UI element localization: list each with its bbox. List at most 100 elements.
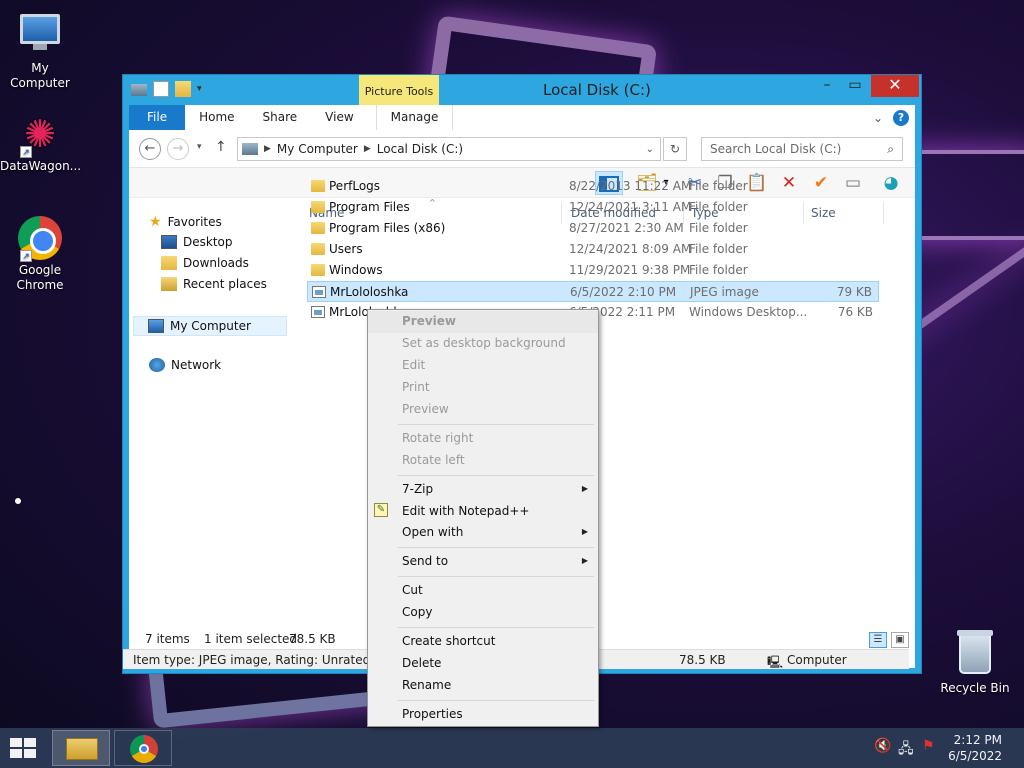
menu-item-copy[interactable]: Copy xyxy=(402,605,432,619)
file-row[interactable]: Users 12/24/2021 8:09 AM File folder xyxy=(307,239,879,260)
file-name: PerfLogs xyxy=(329,179,381,193)
taskbar-chrome[interactable] xyxy=(114,730,172,766)
tab-share[interactable]: Share xyxy=(249,105,312,130)
chrome-icon: ↗ xyxy=(18,216,62,262)
tab-home[interactable]: Home xyxy=(185,105,248,130)
chevron-right-icon[interactable]: ▶ xyxy=(264,144,271,154)
taskbar-file-explorer[interactable] xyxy=(52,730,110,766)
desktop-icon-label: Google Chrome xyxy=(16,263,64,292)
selection-count: 1 item selected xyxy=(204,632,298,646)
menu-item-create-shortcut[interactable]: Create shortcut xyxy=(402,634,495,648)
file-row[interactable]: Windows 11/29/2021 9:38 PM File folder xyxy=(307,260,879,281)
minimize-button[interactable]: – xyxy=(813,75,841,97)
menu-item-preview[interactable]: Preview xyxy=(402,402,449,416)
menu-item-7-zip[interactable]: 7-Zip xyxy=(402,482,433,496)
file-date: 12/24/2021 8:09 AM xyxy=(569,242,692,256)
menu-item-set-as-desktop-background[interactable]: Set as desktop background xyxy=(402,336,566,350)
chevron-right-icon[interactable]: ▶ xyxy=(364,144,371,154)
file-explorer-icon xyxy=(66,738,98,760)
menu-item-open-with[interactable]: Open with xyxy=(402,525,463,539)
submenu-arrow-icon: ▶ xyxy=(581,527,588,536)
new-folder-icon[interactable] xyxy=(175,81,191,97)
desktop-icon-my-computer[interactable]: My Computer xyxy=(0,10,80,91)
nav-favorites[interactable]: ★ Favorites xyxy=(149,214,222,230)
selection-size: 78.5 KB xyxy=(289,632,336,646)
star-icon: ★ xyxy=(149,214,162,230)
address-bar[interactable]: ▶ My Computer ▶ Local Disk (C:) ⌄ xyxy=(237,137,661,161)
file-name: Program Files (x86) xyxy=(329,221,446,235)
nav-item-label: Recent places xyxy=(183,277,267,291)
menu-item-send-to[interactable]: Send to xyxy=(402,554,448,568)
nav-item-desktop[interactable]: Desktop xyxy=(161,235,233,249)
file-row[interactable]: MrLololoshka 6/5/2022 2:10 PM JPEG image 79… xyxy=(307,281,879,302)
folder-icon xyxy=(311,243,325,255)
menu-separator xyxy=(398,475,594,476)
search-placeholder: Search Local Disk (C:) xyxy=(710,142,842,156)
menu-item-rename[interactable]: Rename xyxy=(402,678,451,692)
title-bar[interactable]: ▾ Picture Tools Local Disk (C:) – ▭ ✕ xyxy=(123,75,921,107)
menu-item-rotate-right[interactable]: Rotate right xyxy=(402,431,473,445)
volume-muted-icon[interactable]: 🔇 xyxy=(874,738,891,754)
qat-dropdown-icon[interactable]: ▾ xyxy=(197,81,213,97)
file-date: 11/29/2021 9:38 PM xyxy=(569,263,691,277)
menu-item-delete[interactable]: Delete xyxy=(402,656,441,670)
globe-icon[interactable]: ◕ xyxy=(877,171,905,195)
notepad-plus-plus-icon: ✎ xyxy=(374,503,388,517)
search-input[interactable]: Search Local Disk (C:) ⌕ xyxy=(701,137,903,161)
search-icon[interactable]: ⌕ xyxy=(887,138,894,160)
expand-ribbon-icon[interactable]: ⌄ xyxy=(873,111,883,125)
menu-item-edit-with-notepad[interactable]: Edit with Notepad++ xyxy=(402,504,529,518)
submenu-arrow-icon: ▶ xyxy=(581,556,588,565)
menu-item-edit[interactable]: Edit xyxy=(402,358,425,372)
network-tray-icon[interactable]: 🖧 xyxy=(898,738,914,762)
nav-favorites-label: Favorites xyxy=(167,215,222,229)
forward-button[interactable]: → xyxy=(167,138,189,160)
nav-network[interactable]: Network xyxy=(149,358,221,372)
file-row[interactable]: PerfLogs 8/22/2013 11:22 AM File folder xyxy=(307,176,879,197)
details-location: Computer xyxy=(787,653,847,667)
tab-file[interactable]: File xyxy=(129,105,186,130)
properties-icon[interactable] xyxy=(153,81,169,97)
nav-computer-label: My Computer xyxy=(170,319,251,333)
back-button[interactable]: ← xyxy=(139,138,161,160)
computer-small-icon: 🖳 xyxy=(767,655,784,669)
menu-separator xyxy=(398,627,594,628)
tab-manage[interactable]: Manage xyxy=(375,105,454,130)
file-type: File folder xyxy=(689,179,748,193)
file-type: File folder xyxy=(689,263,748,277)
up-button[interactable]: ↑ xyxy=(215,139,227,155)
desktop-icon-datawagon[interactable]: ✺ ↗ DataWagon... xyxy=(0,112,81,174)
desktop-icon-recycle-bin[interactable]: Recycle Bin xyxy=(935,630,1015,696)
menu-item-preview[interactable]: Preview xyxy=(402,314,456,328)
refresh-button[interactable]: ↻ xyxy=(663,137,687,161)
clock[interactable]: 2:12 PM 6/5/2022 xyxy=(948,732,1002,764)
menu-item-rotate-left[interactable]: Rotate left xyxy=(402,453,465,467)
breadcrumb-local-disk[interactable]: Local Disk (C:) xyxy=(377,142,463,156)
nav-my-computer[interactable]: My Computer xyxy=(133,316,287,336)
action-center-icon[interactable]: ⚑ xyxy=(922,738,935,754)
nav-item-downloads[interactable]: Downloads xyxy=(161,256,249,270)
nav-item-label: Desktop xyxy=(183,235,233,249)
drive-icon xyxy=(131,84,147,96)
start-button[interactable] xyxy=(10,738,38,760)
close-button[interactable]: ✕ xyxy=(871,75,919,97)
desktop-icon-google-chrome[interactable]: ↗ Google Chrome xyxy=(0,216,80,293)
breadcrumb-my-computer[interactable]: My Computer xyxy=(277,142,358,156)
large-icons-view-icon[interactable]: ▣ xyxy=(891,632,909,648)
nav-item-recent-places[interactable]: Recent places xyxy=(161,277,267,291)
context-menu: Preview Set as desktop background Edit Prin… xyxy=(367,309,599,727)
help-icon[interactable]: ? xyxy=(893,109,909,126)
address-dropdown-icon[interactable]: ⌄ xyxy=(646,144,660,155)
menu-item-cut[interactable]: Cut xyxy=(402,583,423,597)
file-name: Program Files xyxy=(329,200,410,214)
details-view-icon[interactable]: ☰ xyxy=(869,632,887,648)
recent-locations-icon[interactable]: ▾ xyxy=(197,142,202,152)
menu-item-print[interactable]: Print xyxy=(402,380,430,394)
window-title: Local Disk (C:) xyxy=(543,81,651,99)
menu-item-properties[interactable]: Properties xyxy=(402,707,463,721)
tab-view[interactable]: View xyxy=(311,105,367,130)
maximize-button[interactable]: ▭ xyxy=(841,75,869,97)
file-date: 6/5/2022 2:10 PM xyxy=(570,285,677,299)
file-row[interactable]: Program Files (x86) 8/27/2021 2:30 AM File… xyxy=(307,218,879,239)
file-row[interactable]: Program Files 12/24/2021 3:11 AM File fold… xyxy=(307,197,879,218)
